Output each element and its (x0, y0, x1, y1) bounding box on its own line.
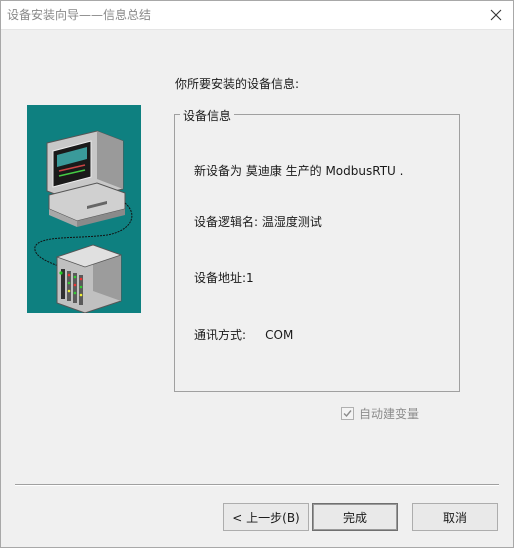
device-address-line: 设备地址:1 (194, 271, 254, 285)
cancel-button[interactable]: 取消 (412, 503, 498, 531)
back-button[interactable]: < 上一步(B) (223, 503, 309, 531)
checkbox-box[interactable] (341, 407, 354, 420)
group-title: 设备信息 (180, 107, 235, 124)
logical-name-line: 设备逻辑名: 温湿度测试 (194, 215, 322, 229)
device-info-group (174, 114, 460, 392)
auto-create-variables-checkbox[interactable]: 自动建变量 (341, 405, 419, 422)
checkmark-icon (343, 410, 352, 418)
separator-line (15, 484, 499, 486)
computer-device-illustration (27, 105, 141, 314)
window-title: 设备安装向导——信息总结 (7, 8, 152, 22)
comm-method-line: 通讯方式: COM (194, 328, 294, 342)
checkbox-label: 自动建变量 (359, 407, 420, 421)
device-model-line: 新设备为 莫迪康 生产的 ModbusRTU . (194, 164, 404, 178)
intro-text: 你所要安装的设备信息: (175, 77, 300, 91)
close-button[interactable] (479, 1, 513, 29)
title-bar: 设备安装向导——信息总结 (1, 1, 513, 30)
close-icon (490, 9, 502, 21)
wizard-window: 设备安装向导——信息总结 你所要安装的设备信息: 设备信息 新设备为 莫迪康 生… (0, 0, 514, 548)
finish-button[interactable]: 完成 (312, 503, 398, 531)
